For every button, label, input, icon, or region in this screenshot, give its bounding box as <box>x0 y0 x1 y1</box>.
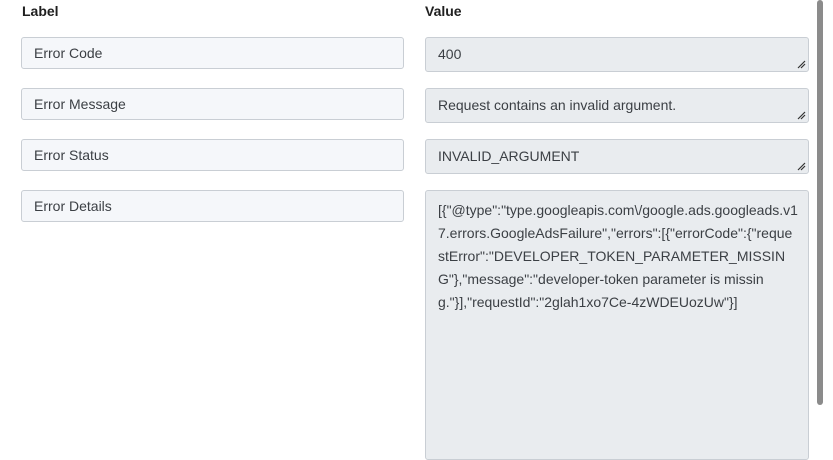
value-column-header: Value <box>425 3 462 19</box>
error-code-label-field[interactable]: Error Code <box>21 37 404 69</box>
error-status-value-text: INVALID_ARGUMENT <box>438 148 580 164</box>
resize-handle-icon[interactable] <box>796 59 806 69</box>
resize-handle-icon[interactable] <box>796 161 806 171</box>
error-details-value-text: [{"@type":"type.googleapis.com\/google.a… <box>438 202 798 310</box>
error-details-value-field[interactable]: [{"@type":"type.googleapis.com\/google.a… <box>425 190 809 460</box>
resize-handle-icon[interactable] <box>796 110 806 120</box>
error-message-value-text: Request contains an invalid argument. <box>438 97 677 113</box>
error-message-label-field[interactable]: Error Message <box>21 88 404 120</box>
error-message-value-field[interactable]: Request contains an invalid argument. <box>425 88 809 123</box>
error-status-value-field[interactable]: INVALID_ARGUMENT <box>425 139 809 174</box>
error-details-label-field[interactable]: Error Details <box>21 190 404 222</box>
error-status-label-field[interactable]: Error Status <box>21 139 404 171</box>
label-column-header: Label <box>22 3 59 19</box>
scrollbar-thumb[interactable] <box>817 0 823 405</box>
error-code-value-field[interactable]: 400 <box>425 37 809 72</box>
error-code-value-text: 400 <box>438 46 462 62</box>
